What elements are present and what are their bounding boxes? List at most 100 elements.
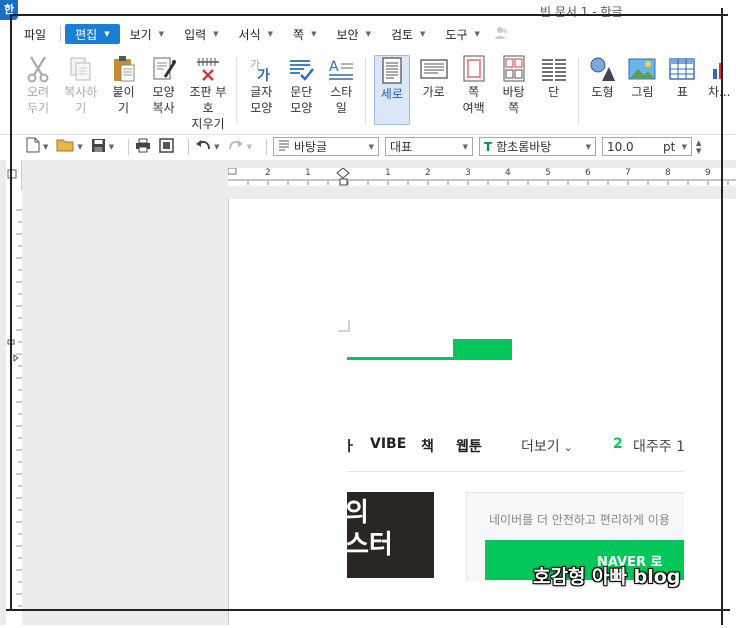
horizontal-ruler[interactable]: 2 1 1 2 3 4 5 6 7 8 9: [227, 167, 736, 186]
cut-button[interactable]: 오려 두기: [22, 54, 54, 116]
para-shape-icon: [286, 54, 316, 84]
stepper-up-icon[interactable]: ▲: [696, 139, 701, 147]
blog-watermark: 호감형 아빠 blog: [533, 566, 681, 588]
portrait-button[interactable]: 세로: [374, 55, 410, 125]
menu-review[interactable]: 검토 ▼: [381, 24, 435, 44]
users-icon[interactable]: [494, 26, 510, 43]
shapes-label: 도형: [591, 85, 614, 99]
hwp-logo-icon[interactable]: 한: [0, 0, 18, 20]
paste-icon: [109, 54, 139, 84]
ruler-label: 3: [465, 168, 471, 178]
portrait-label: 세로: [380, 87, 403, 101]
menu-insert[interactable]: 입력 ▼: [174, 24, 228, 44]
chevron-down-icon: ▼: [77, 142, 83, 151]
preview-button[interactable]: [159, 137, 174, 156]
landscape-label: 가로: [422, 85, 445, 99]
table-button[interactable]: 표: [666, 54, 698, 100]
copy-label: 복사하기: [64, 85, 98, 115]
new-document-icon: [26, 137, 40, 156]
format-copy-label: 모양 복사: [152, 85, 175, 115]
chart-button[interactable]: 차...: [706, 54, 732, 100]
paste-button[interactable]: 붙이기: [108, 54, 140, 116]
ruler-label: 1: [385, 168, 391, 178]
margins-button[interactable]: 쪽 여백: [458, 54, 490, 116]
format-copy-button[interactable]: 모양 복사: [148, 54, 180, 116]
para-shape-label: 문단 모양: [290, 85, 313, 115]
ribbon-separator: [365, 58, 367, 124]
char-shape-button[interactable]: 가가 글자 모양: [245, 54, 277, 116]
background-page-label: 바탕쪽: [502, 85, 525, 115]
stepper-down-icon[interactable]: ▼: [696, 147, 701, 155]
chevron-down-icon: ▼: [108, 142, 115, 151]
clear-format-button[interactable]: 조판 부호 지우기: [188, 54, 229, 132]
font-size-input[interactable]: 10.0 pt ▼: [601, 137, 692, 156]
ribbon-toolbar: 오려 두기 복사하기 붙이기 모양 복사 조판 부호 지우기 가가 글자 모양 …: [0, 48, 736, 132]
pasted-image-top[interactable]: [347, 336, 512, 363]
menu-separator: [60, 26, 62, 42]
table-label: 표: [676, 85, 688, 99]
vertical-ruler[interactable]: [6, 160, 22, 628]
menu-format-label: 서식: [238, 27, 261, 42]
print-button[interactable]: [135, 138, 151, 156]
menu-page[interactable]: 쪽 ▼: [283, 24, 326, 44]
columns-button[interactable]: 단: [538, 54, 570, 100]
scissors-icon: [23, 54, 53, 84]
language-select[interactable]: 대표 ▼: [384, 137, 473, 156]
menu-tools[interactable]: 도구 ▼: [435, 24, 489, 44]
copy-icon: [66, 54, 96, 84]
columns-icon: [539, 54, 569, 84]
redo-button[interactable]: ▼: [228, 139, 252, 154]
open-document-button[interactable]: ▼: [56, 138, 83, 155]
style-select[interactable]: 바탕글 ▼: [272, 137, 379, 156]
pasted-image-content[interactable]: ㅏ VIBE 책 웹툰 더보기 ⌄ 2 대주주 1 의 스터 네이버를 더 안전하…: [347, 416, 684, 581]
news-thumbnail[interactable]: 의 스터: [347, 492, 434, 578]
nav-more-button[interactable]: 더보기 ⌄: [521, 436, 573, 456]
nav-item-book[interactable]: 책: [421, 436, 434, 456]
menu-file[interactable]: 파일: [14, 24, 56, 44]
landscape-button[interactable]: 가로: [418, 54, 450, 100]
chevron-down-icon: ▼: [474, 30, 480, 38]
char-shape-icon: 가가: [246, 54, 276, 84]
menu-view[interactable]: 보기 ▼: [120, 24, 174, 44]
toolbar-separator: [188, 138, 190, 155]
style-button[interactable]: A 스타일: [325, 54, 357, 116]
clear-marks-icon: [193, 54, 223, 84]
shapes-icon: [587, 54, 617, 84]
para-shape-button[interactable]: 문단 모양: [285, 54, 317, 116]
font-size-stepper[interactable]: ▲ ▼: [696, 139, 701, 155]
thumbnail-text-line1: 의: [347, 498, 369, 528]
menu-format[interactable]: 서식 ▼: [229, 24, 283, 44]
menu-tools-label: 도구: [445, 27, 468, 42]
nav-divider: [347, 471, 684, 472]
svg-text:가: 가: [257, 68, 270, 82]
shapes-button[interactable]: 도형: [586, 54, 618, 100]
new-document-button[interactable]: ▼: [26, 137, 48, 156]
copy-button[interactable]: 복사하기: [62, 54, 100, 116]
search-button[interactable]: [453, 339, 512, 360]
menu-security[interactable]: 보안 ▼: [326, 24, 380, 44]
chevron-down-icon: ▼: [246, 142, 252, 151]
format-toolbar: ▼ ▼ ▼ ▼ ▼ 바탕글 ▼ 대표 ▼ T 함초롬바탕 ▼ 10.0 pt ▼: [0, 134, 736, 158]
margin-corner-mark: [338, 320, 350, 332]
nav-partial-char: ㅏ: [347, 439, 356, 455]
undo-button[interactable]: ▼: [195, 139, 220, 154]
language-select-value: 대표: [389, 140, 413, 154]
save-button[interactable]: ▼: [91, 138, 114, 156]
font-select[interactable]: T 함초롬바탕 ▼: [478, 137, 596, 156]
nav-item-vibe[interactable]: VIBE: [370, 436, 406, 452]
picture-button[interactable]: 그림: [626, 54, 658, 100]
nav-item-webtoon[interactable]: 웹툰: [456, 436, 482, 456]
redo-icon: [228, 139, 244, 154]
chevron-down-icon: ▼: [420, 30, 426, 38]
background-page-button[interactable]: 바탕쪽: [498, 54, 530, 116]
chevron-down-icon: ▼: [158, 30, 165, 38]
menu-edit[interactable]: 편집 ▼: [65, 24, 120, 44]
ruler-label: 2: [425, 168, 431, 178]
ruler-label: 4: [505, 168, 511, 178]
char-shape-label: 글자 모양: [250, 85, 273, 115]
chevron-down-icon: ▼: [43, 142, 49, 151]
trending-keyword[interactable]: 대주주 1: [633, 436, 684, 456]
ruler-label: 5: [545, 168, 551, 178]
menu-edit-label: 편집: [75, 27, 98, 42]
chevron-down-icon: ▼: [681, 142, 687, 151]
